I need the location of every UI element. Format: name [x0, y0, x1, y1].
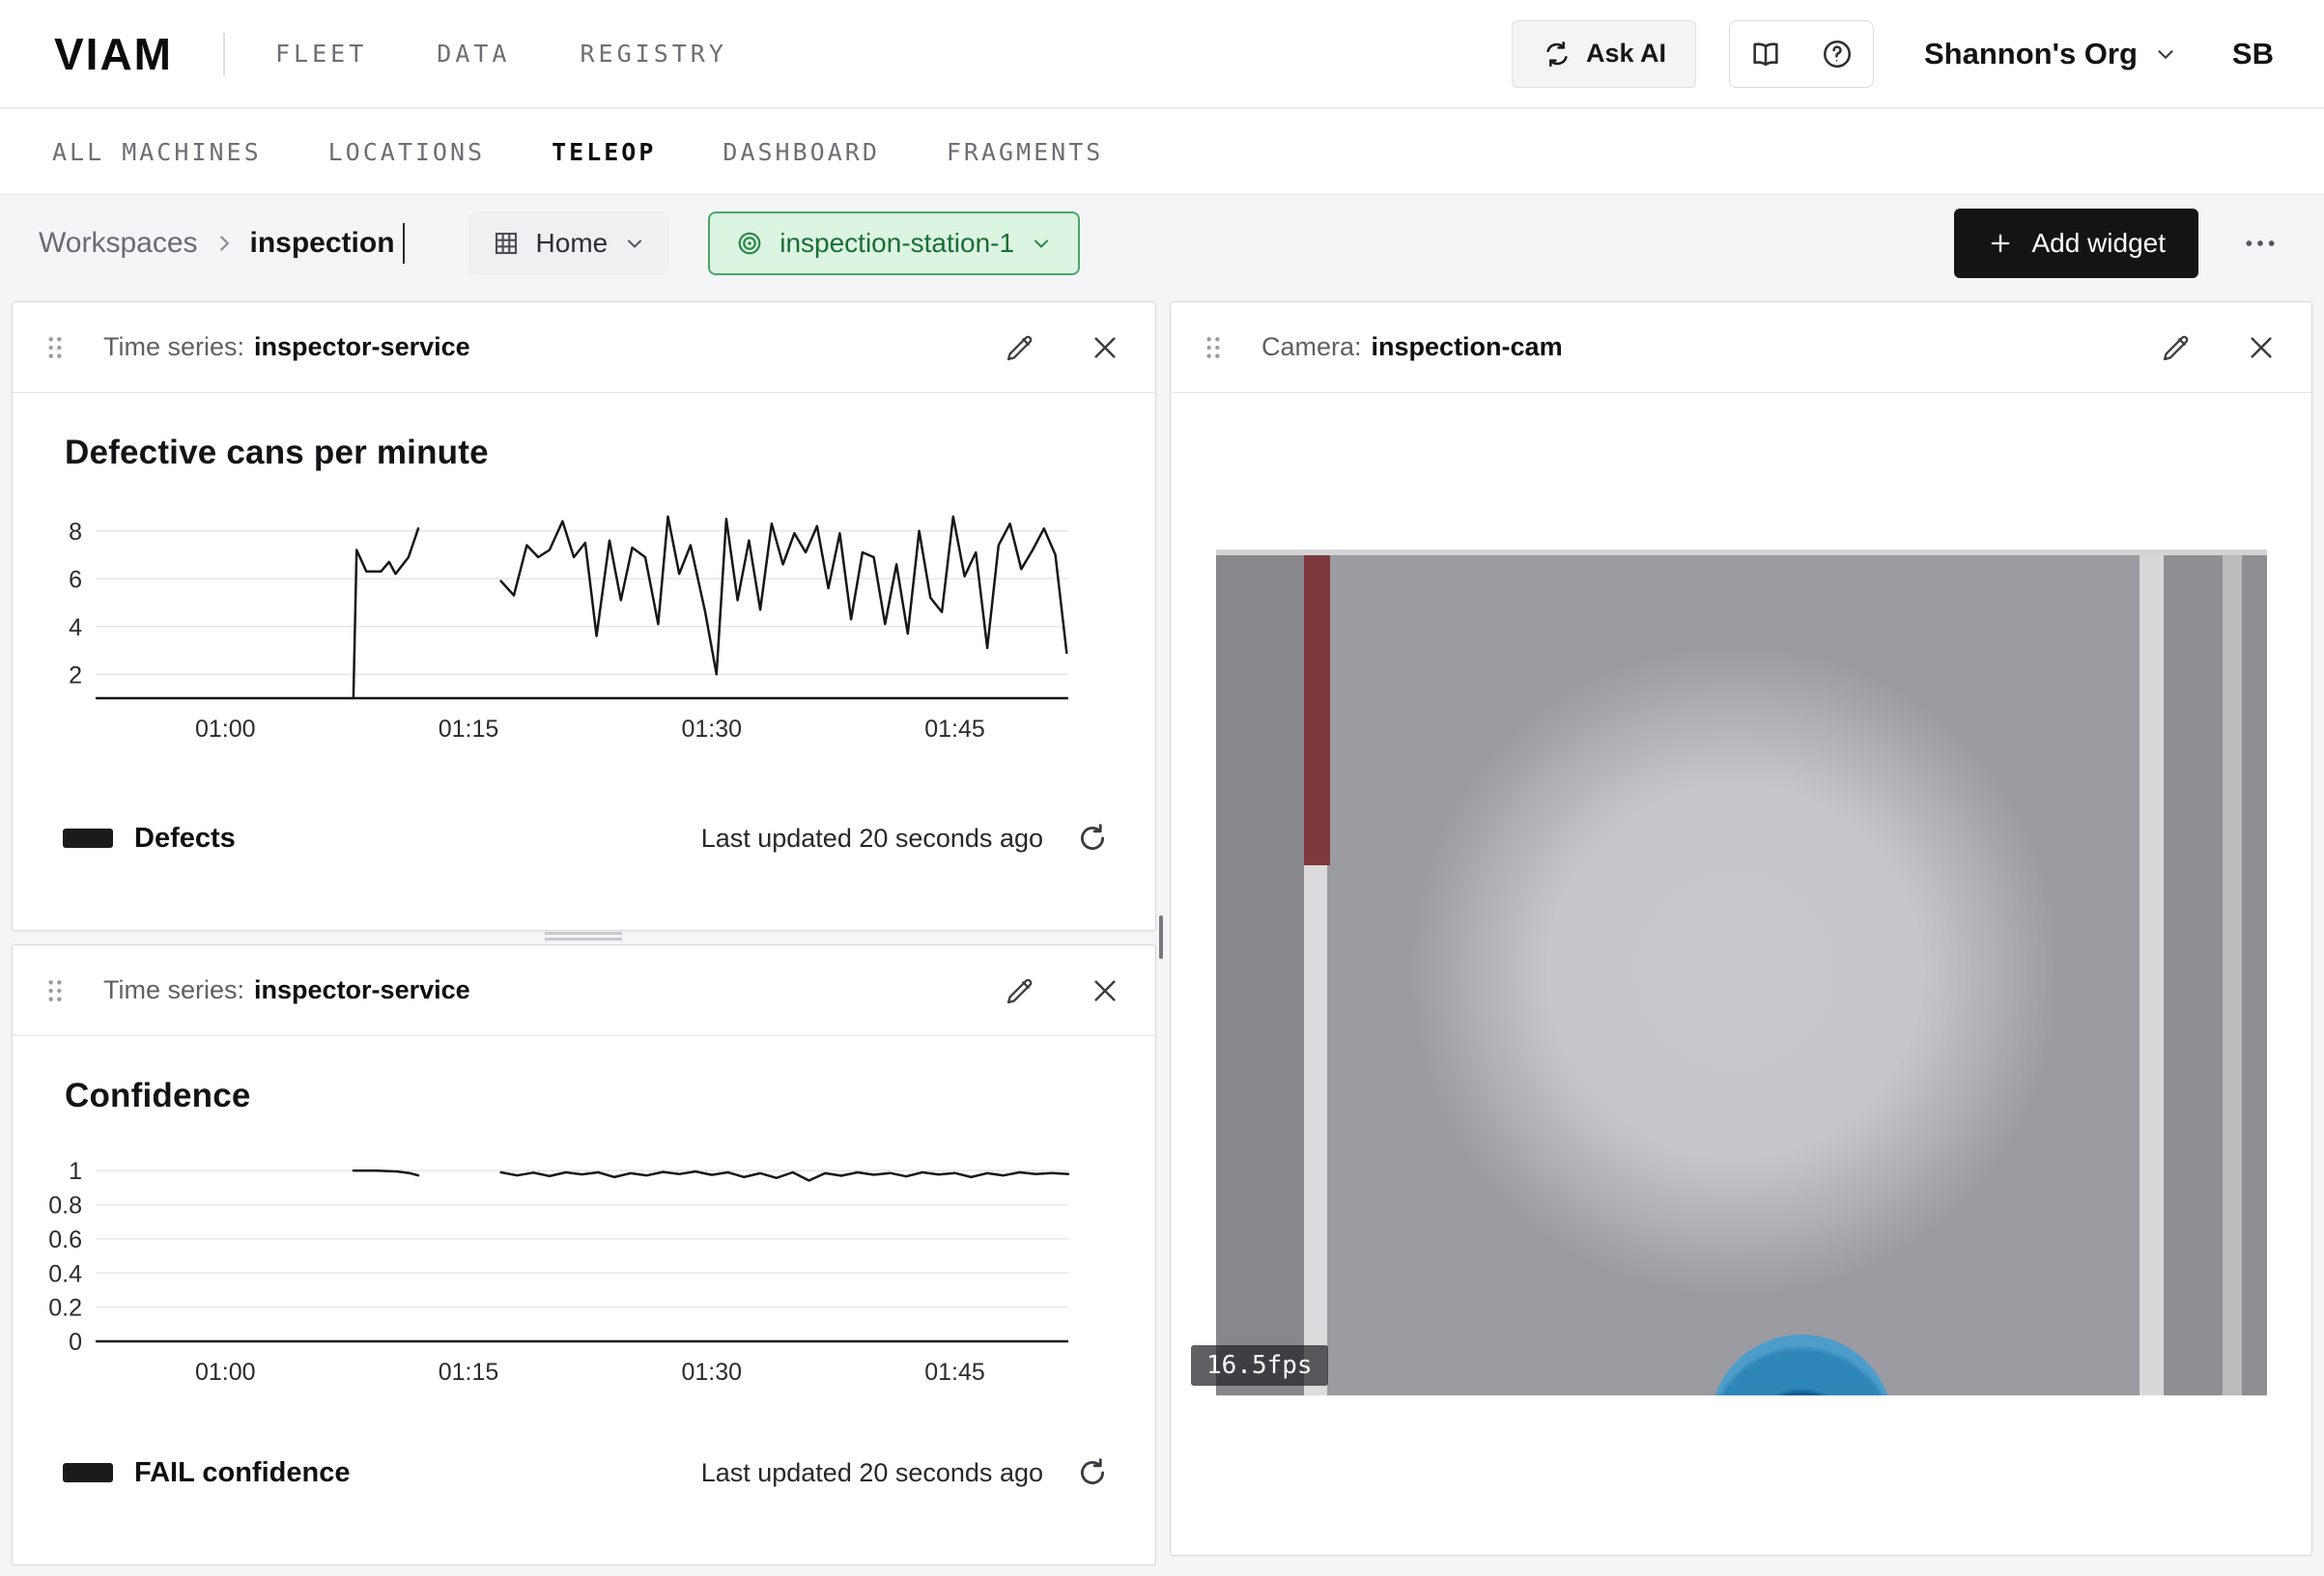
svg-text:01:45: 01:45 — [924, 1359, 985, 1386]
widget-header: Time series:inspector-service — [13, 945, 1155, 1036]
chevron-right-icon — [212, 231, 237, 256]
nav-item-fleet[interactable]: FLEET — [275, 40, 367, 68]
camera-video-feed — [1216, 549, 2267, 1395]
widget-title: Time series:inspector-service — [103, 332, 470, 362]
column-resize-handle[interactable] — [1159, 915, 1163, 959]
row-resize-handle[interactable] — [545, 932, 622, 935]
chart-footer: Defects Last updated 20 seconds ago — [63, 822, 1109, 855]
close-widget-icon[interactable] — [2246, 332, 2277, 363]
chevron-down-icon — [1030, 232, 1053, 255]
fps-badge: 16.5fps — [1191, 1345, 1328, 1386]
ask-ai-icon — [1542, 39, 1573, 70]
org-switcher[interactable]: Shannon's Org — [1924, 37, 2178, 71]
timeseries-widget-confidence: Time series:inspector-service Confidence… — [12, 944, 1156, 1565]
tab-locations[interactable]: LOCATIONS — [328, 138, 485, 166]
svg-text:01:30: 01:30 — [681, 716, 742, 743]
last-updated-text: Last updated 20 seconds ago — [701, 824, 1043, 854]
svg-text:1: 1 — [69, 1158, 82, 1185]
widget-camera-name: inspection-cam — [1372, 332, 1563, 361]
ask-ai-button[interactable]: Ask AI — [1512, 20, 1696, 88]
add-widget-button[interactable]: Add widget — [1954, 209, 2198, 278]
svg-text:2: 2 — [69, 661, 82, 689]
chevron-down-icon — [2153, 42, 2178, 67]
svg-text:0.2: 0.2 — [48, 1295, 82, 1322]
chevron-down-icon — [623, 232, 646, 255]
app-header: VIAM FLEET DATA REGISTRY Ask AI — [0, 0, 2324, 108]
svg-text:01:15: 01:15 — [439, 1359, 499, 1386]
docs-book-icon[interactable] — [1730, 21, 1801, 87]
edit-widget-icon[interactable] — [1005, 975, 1035, 1006]
drag-handle-icon[interactable] — [45, 978, 65, 1003]
help-icon-group — [1729, 20, 1874, 88]
refresh-icon[interactable] — [1076, 822, 1109, 855]
location-selector[interactable]: Home — [468, 211, 670, 275]
chart-footer: FAIL confidence Last updated 20 seconds … — [63, 1456, 1109, 1489]
user-avatar[interactable]: SB — [2232, 37, 2274, 71]
breadcrumb-workspaces[interactable]: Workspaces — [39, 227, 198, 260]
defects-line-chart: 2 4 6 8 01:00 01:15 01:30 01:45 — [34, 493, 1082, 743]
primary-nav: FLEET DATA REGISTRY — [275, 40, 727, 68]
add-widget-label: Add widget — [2031, 228, 2166, 259]
machine-selector[interactable]: inspection-station-1 — [708, 211, 1080, 275]
legend-label: Defects — [134, 823, 236, 855]
tab-dashboard[interactable]: DASHBOARD — [723, 138, 879, 166]
legend-swatch — [63, 1463, 113, 1482]
nav-item-data[interactable]: DATA — [437, 40, 510, 68]
chart-title: Confidence — [65, 1077, 1155, 1115]
widget-service-name: inspector-service — [254, 332, 470, 361]
workspace-grid-icon — [492, 229, 521, 258]
widget-title: Time series:inspector-service — [103, 975, 470, 1005]
fleet-tabs: ALL MACHINES LOCATIONS TELEOP DASHBOARD … — [0, 109, 2324, 195]
svg-text:0.4: 0.4 — [48, 1260, 82, 1287]
help-question-icon[interactable] — [1801, 21, 1873, 87]
tab-teleop[interactable]: TELEOP — [552, 138, 656, 166]
svg-text:01:00: 01:00 — [195, 716, 256, 743]
widget-title: Camera:inspection-cam — [1261, 332, 1563, 362]
widget-header: Camera:inspection-cam — [1171, 302, 2311, 393]
svg-text:0: 0 — [69, 1329, 82, 1356]
workspace-name[interactable]: inspection — [250, 227, 395, 260]
camera-widget: Camera:inspection-cam 16.5fps — [1170, 301, 2312, 1556]
more-options-icon[interactable] — [2241, 224, 2280, 263]
plus-icon — [1987, 230, 2014, 257]
widget-header: Time series:inspector-service — [13, 302, 1155, 393]
drag-handle-icon[interactable] — [45, 335, 65, 360]
machine-selector-label: inspection-station-1 — [779, 228, 1014, 259]
ask-ai-label: Ask AI — [1586, 39, 1666, 69]
widget-service-name: inspector-service — [254, 975, 470, 1004]
workspace-toolbar: Workspaces inspection Home inspection-st… — [0, 195, 2324, 292]
nav-item-registry[interactable]: REGISTRY — [580, 40, 726, 68]
close-widget-icon[interactable] — [1090, 975, 1120, 1006]
svg-text:6: 6 — [69, 566, 82, 593]
svg-text:01:30: 01:30 — [681, 1359, 742, 1386]
legend-label: FAIL confidence — [134, 1457, 350, 1489]
svg-text:8: 8 — [69, 519, 82, 546]
legend-swatch — [63, 829, 113, 848]
last-updated-text: Last updated 20 seconds ago — [701, 1458, 1043, 1488]
viam-logo: VIAM — [54, 28, 173, 80]
org-name: Shannon's Org — [1924, 37, 2138, 71]
chart-title: Defective cans per minute — [65, 434, 1155, 472]
logo-divider — [223, 33, 225, 75]
drag-handle-icon[interactable] — [1204, 335, 1223, 360]
svg-text:0.6: 0.6 — [48, 1226, 82, 1253]
blue-can-object — [1710, 1335, 1893, 1395]
tab-fragments[interactable]: FRAGMENTS — [947, 138, 1103, 166]
refresh-icon[interactable] — [1076, 1456, 1109, 1489]
svg-text:4: 4 — [69, 614, 82, 641]
timeseries-widget-defects: Time series:inspector-service Defective … — [12, 301, 1156, 931]
edit-widget-icon[interactable] — [2161, 332, 2192, 363]
svg-text:01:45: 01:45 — [924, 716, 985, 743]
confidence-line-chart: 0 0.2 0.4 0.6 0.8 1 01:00 01:15 01:30 01:45 — [34, 1137, 1082, 1386]
svg-text:01:15: 01:15 — [439, 716, 499, 743]
location-selector-label: Home — [536, 228, 609, 259]
machine-status-icon — [735, 229, 764, 258]
svg-text:01:00: 01:00 — [195, 1359, 256, 1386]
close-widget-icon[interactable] — [1090, 332, 1120, 363]
svg-text:0.8: 0.8 — [48, 1193, 82, 1220]
tab-all-machines[interactable]: ALL MACHINES — [52, 138, 262, 166]
name-edit-cursor — [403, 223, 405, 264]
edit-widget-icon[interactable] — [1005, 332, 1035, 363]
